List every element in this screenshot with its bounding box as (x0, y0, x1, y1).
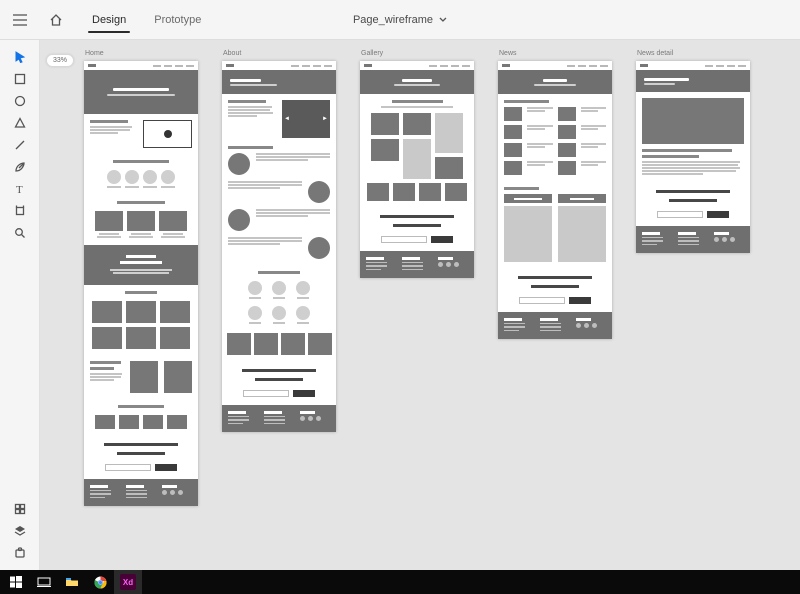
windows-taskbar: Xd (0, 570, 800, 594)
home-icon (50, 14, 62, 26)
square-icon (14, 73, 26, 85)
zoom-icon (14, 227, 26, 239)
tab-design[interactable]: Design (78, 0, 140, 39)
pointer-icon (14, 51, 26, 63)
layers-panel-button[interactable] (0, 520, 40, 542)
artboard-news-detail[interactable]: Lorem Ipsum Dummy Texts to Fill the Subs… (636, 61, 750, 253)
svg-text:T: T (16, 184, 23, 195)
rectangle-tool[interactable] (0, 68, 40, 90)
design-canvas[interactable]: 33% Home Someday Organize and Start (40, 40, 800, 570)
document-title: Page_wireframe (353, 14, 433, 26)
tab-prototype[interactable]: Prototype (140, 0, 215, 39)
hamburger-menu[interactable] (0, 0, 40, 39)
circle-icon (14, 95, 26, 107)
taskbar-file-explorer[interactable] (58, 570, 86, 594)
layers-icon (14, 525, 26, 537)
zoom-indicator[interactable]: 33% (46, 54, 74, 67)
text-tool[interactable]: T (0, 178, 40, 200)
chevron-down-icon (439, 17, 447, 23)
polygon-tool[interactable] (0, 112, 40, 134)
artboard-label[interactable]: Home (84, 50, 198, 57)
artboard-icon (14, 205, 26, 217)
pen-icon (14, 161, 26, 173)
hamburger-icon (13, 14, 27, 26)
artboard-label[interactable]: News (498, 50, 612, 57)
plugins-panel-button[interactable] (0, 542, 40, 564)
plugins-icon (14, 547, 26, 559)
pen-tool[interactable] (0, 156, 40, 178)
task-view-icon (37, 576, 51, 588)
artboard-label[interactable]: News detail (636, 50, 750, 57)
assets-icon (14, 503, 26, 515)
home-button[interactable] (40, 0, 72, 39)
artboard-news[interactable]: Upcoming News Social Feed (498, 61, 612, 339)
document-title-dropdown[interactable]: Page_wireframe (353, 0, 447, 39)
artboard-gallery[interactable]: Our Art Creations (360, 61, 474, 278)
text-icon: T (14, 183, 26, 195)
artboard-about[interactable]: Who we are now ◄ ► Profiles / Team (222, 61, 336, 432)
zoom-tool[interactable] (0, 222, 40, 244)
assets-panel-button[interactable] (0, 498, 40, 520)
artboard-label[interactable]: Gallery (360, 50, 474, 57)
windows-icon (10, 576, 22, 588)
select-tool[interactable] (0, 46, 40, 68)
line-tool[interactable] (0, 134, 40, 156)
artboard-tool[interactable] (0, 200, 40, 222)
page-footer (84, 479, 198, 506)
triangle-icon (14, 117, 26, 129)
taskbar-task-view[interactable] (30, 570, 58, 594)
app-topbar: Design Prototype Page_wireframe (0, 0, 800, 40)
line-icon (14, 139, 26, 151)
xd-icon: Xd (120, 574, 136, 590)
taskbar-xd[interactable]: Xd (114, 570, 142, 594)
folder-icon (65, 576, 79, 588)
chrome-icon (94, 576, 107, 589)
artboard-label[interactable]: About (222, 50, 336, 57)
ellipse-tool[interactable] (0, 90, 40, 112)
start-button[interactable] (2, 570, 30, 594)
taskbar-chrome[interactable] (86, 570, 114, 594)
artboard-home[interactable]: Someday Organize and Start New Stre (84, 61, 198, 506)
tool-strip: T (0, 40, 40, 570)
